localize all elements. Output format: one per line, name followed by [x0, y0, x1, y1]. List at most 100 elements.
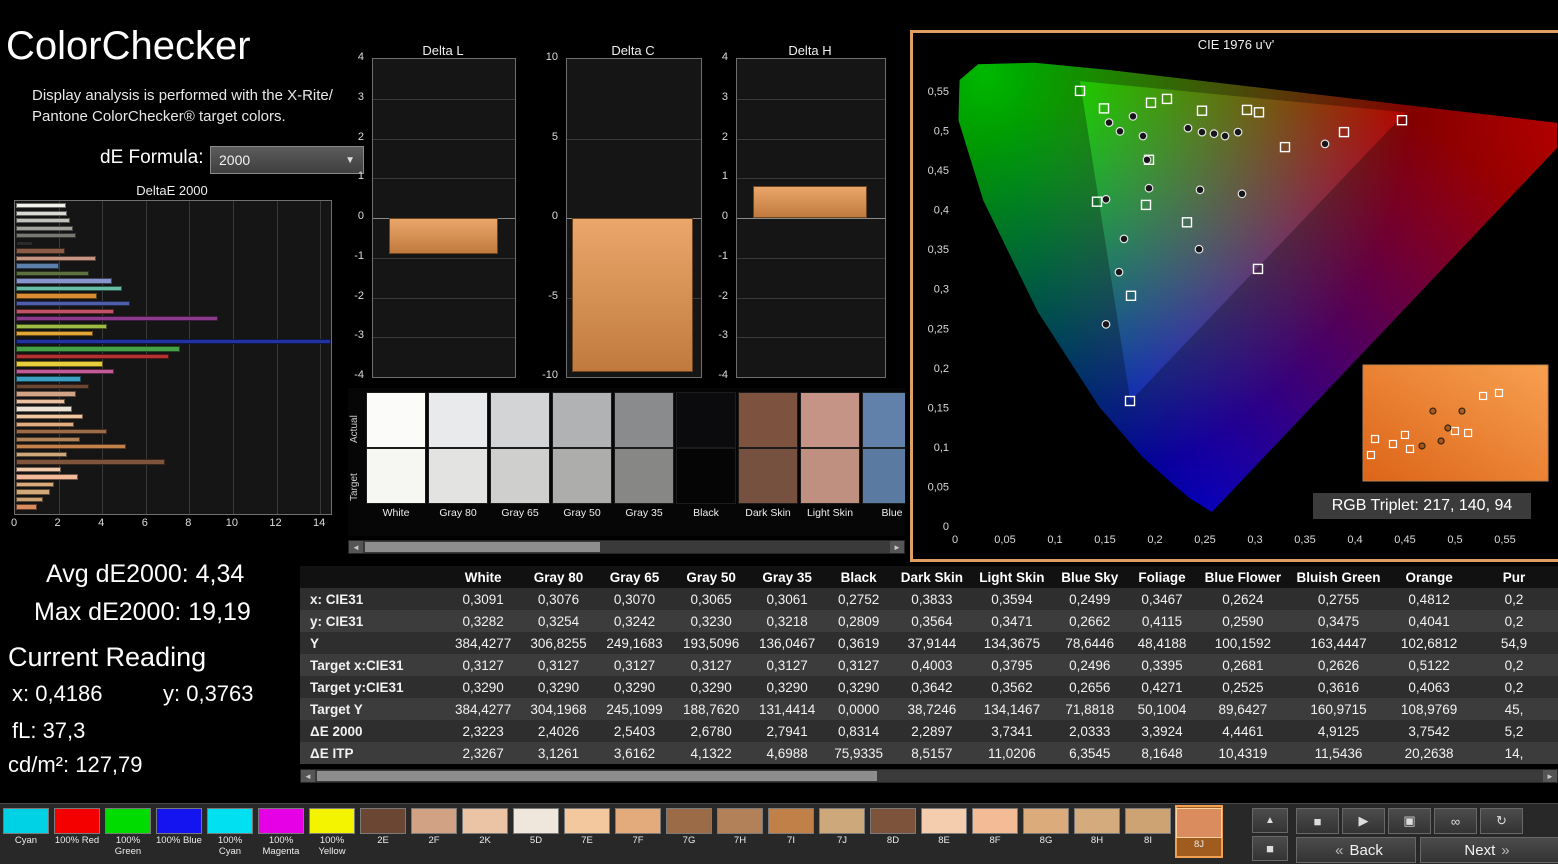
scrollbar-thumb[interactable] [317, 771, 877, 781]
loop-button[interactable]: ∞ [1434, 808, 1477, 834]
delta_h-y-tick: -3 [702, 329, 728, 341]
table-cell: 4,4461 [1197, 720, 1289, 742]
table-cell: 0,2 [1470, 588, 1558, 610]
swatch-gray-65[interactable]: Gray 65 [490, 392, 550, 519]
scroll-left-icon[interactable]: ◄ [349, 541, 363, 553]
svg-text:0,5: 0,5 [1447, 534, 1462, 546]
table-cell: 0,4812 [1388, 588, 1470, 610]
delta_c-y-tick: -5 [532, 290, 558, 302]
patch-button-8d[interactable]: 8D [869, 805, 917, 858]
patch-button-cyan[interactable]: Cyan [2, 805, 50, 858]
record-icon: ▣ [1403, 813, 1415, 829]
patch-button-7e[interactable]: 7E [563, 805, 611, 858]
patch-label: 7I [767, 836, 815, 847]
cie-measured-marker [1139, 132, 1147, 140]
svg-text:0,45: 0,45 [1394, 534, 1415, 546]
deltae-bar [16, 429, 107, 434]
patch-button-8h[interactable]: 8H [1073, 805, 1121, 858]
patch-button-5d[interactable]: 5D [512, 805, 560, 858]
deltae-bar [16, 211, 67, 216]
swatch-gray-35[interactable]: Gray 35 [614, 392, 674, 519]
patch-button-7f[interactable]: 7F [614, 805, 662, 858]
patch-button-100-blue[interactable]: 100% Blue [155, 805, 203, 858]
scroll-right-icon[interactable]: ► [1543, 770, 1557, 782]
swatch-black[interactable]: Black [676, 392, 736, 519]
delta-l-plot [372, 58, 516, 378]
patch-button-100-red[interactable]: 100% Red [53, 805, 101, 858]
cie-measured-marker [1145, 184, 1153, 192]
patch-button-7j[interactable]: 7J [818, 805, 866, 858]
swatch-white[interactable]: White [366, 392, 426, 519]
patch-button-8g[interactable]: 8G [1022, 805, 1070, 858]
patch-button-100-green[interactable]: 100% Green [104, 805, 152, 858]
table-cell: 50,1004 [1127, 698, 1197, 720]
next-button[interactable]: Next » [1420, 837, 1558, 863]
table-cell: 2,7941 [749, 720, 824, 742]
patch-button-7h[interactable]: 7H [716, 805, 764, 858]
delta_l-y-tick: 0 [338, 210, 364, 222]
svg-text:0,55: 0,55 [1494, 534, 1515, 546]
record-button[interactable]: ▣ [1388, 808, 1431, 834]
table-cell: 136,0467 [749, 632, 824, 654]
patch-button-8j[interactable]: 8J [1175, 805, 1223, 858]
table-cell: 131,4414 [749, 698, 824, 720]
patch-button-100-cyan[interactable]: 100% Cyan [206, 805, 254, 858]
patch-label: 100% Red [53, 836, 101, 847]
square-button[interactable]: ■ [1252, 836, 1288, 861]
table-header: White [445, 566, 520, 588]
patch-button-100-yellow[interactable]: 100% Yellow [308, 805, 356, 858]
cie-measured-marker [1321, 140, 1329, 148]
back-button[interactable]: « Back [1296, 837, 1416, 863]
table-cell: 384,4277 [445, 632, 520, 654]
patch-label: 7H [716, 836, 764, 847]
table-scrollbar[interactable]: ◄ ► [300, 769, 1558, 783]
deltae-bar [16, 271, 89, 276]
delta_h-y-tick: -2 [702, 290, 728, 302]
swatch-actual [428, 392, 488, 448]
table-cell: 0,8314 [825, 720, 893, 742]
patch-button-100-magenta[interactable]: 100% Magenta [257, 805, 305, 858]
patch-color-chip [105, 808, 151, 834]
stop-button[interactable]: ■ [1296, 808, 1339, 834]
swatch-name: Gray 35 [614, 507, 674, 519]
swatch-scrollbar[interactable]: ◄ ► [348, 540, 905, 554]
patch-label: 2E [359, 836, 407, 847]
delta_c-y-tick: 5 [532, 131, 558, 143]
table-cell: 11,0206 [971, 742, 1052, 764]
patch-button-2f[interactable]: 2F [410, 805, 458, 858]
patch-button-7g[interactable]: 7G [665, 805, 713, 858]
swatch-gray-50[interactable]: Gray 50 [552, 392, 612, 519]
swatch-blue[interactable]: Blue [862, 392, 905, 519]
deltae-bar [16, 233, 76, 238]
table-header: Gray 80 [521, 566, 596, 588]
patch-button-8f[interactable]: 8F [971, 805, 1019, 858]
swatch-light-skin[interactable]: Light Skin [800, 392, 860, 519]
swatch-dark-skin[interactable]: Dark Skin [738, 392, 798, 519]
patch-button-7i[interactable]: 7I [767, 805, 815, 858]
refresh-button[interactable]: ↻ [1480, 808, 1523, 834]
subtitle-line1: Display analysis is performed with the X… [32, 87, 333, 104]
swatch-gray-80[interactable]: Gray 80 [428, 392, 488, 519]
table-cell: 0,3230 [673, 610, 750, 632]
svg-text:0,5: 0,5 [934, 126, 949, 138]
table-cell: 0,4003 [892, 654, 971, 676]
scroll-up-button[interactable]: ▲ [1252, 808, 1288, 833]
page-title: ColorChecker [6, 24, 251, 69]
cie-chromaticity-diagram: 000,050,050,10,10,150,150,20,20,250,250,… [913, 33, 1557, 555]
patch-label: 7J [818, 836, 866, 847]
patch-button-8i[interactable]: 8I [1124, 805, 1172, 858]
table-row: ΔE ITP2,32673,12613,61624,13224,698875,9… [300, 742, 1558, 764]
cie-measured-marker [1198, 128, 1206, 136]
patch-button-2k[interactable]: 2K [461, 805, 509, 858]
patch-button-2e[interactable]: 2E [359, 805, 407, 858]
patch-button-8e[interactable]: 8E [920, 805, 968, 858]
svg-text:0,15: 0,15 [928, 402, 949, 414]
scroll-left-icon[interactable]: ◄ [301, 770, 315, 782]
cie-measured-marker [1105, 119, 1113, 127]
table-cell: 0,3127 [825, 654, 893, 676]
scroll-right-icon[interactable]: ► [890, 541, 904, 553]
cie-measured-marker [1221, 132, 1229, 140]
table-cell: 4,1322 [673, 742, 750, 764]
scrollbar-thumb[interactable] [365, 542, 600, 552]
play-button[interactable]: ▶ [1342, 808, 1385, 834]
